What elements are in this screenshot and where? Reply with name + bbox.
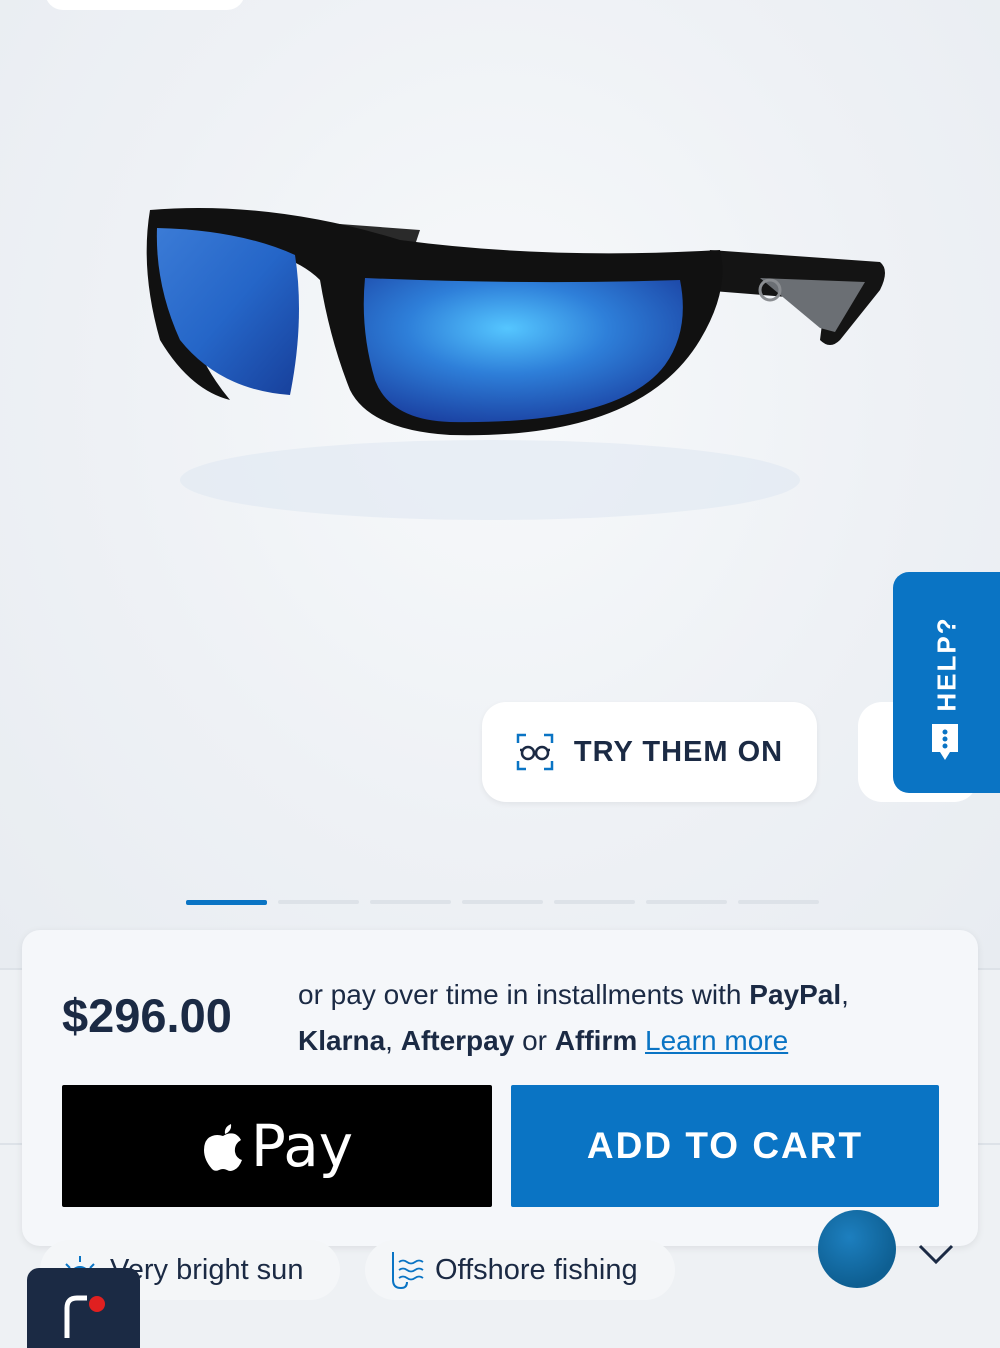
carousel-dot[interactable] — [186, 900, 267, 905]
carousel-dot[interactable] — [738, 900, 819, 904]
learn-more-link[interactable]: Learn more — [645, 1025, 788, 1056]
carousel-dot[interactable] — [462, 900, 543, 904]
apple-pay-label: Pay — [250, 1112, 354, 1180]
try-them-on-button[interactable]: TRY THEM ON — [482, 702, 817, 802]
carousel-dot[interactable] — [646, 900, 727, 904]
carousel-dot[interactable] — [278, 900, 359, 904]
notification-dot-icon — [64, 1295, 105, 1338]
color-swatch[interactable] — [818, 1210, 896, 1288]
top-pill[interactable] — [45, 0, 245, 10]
apple-logo-icon — [203, 1124, 242, 1171]
tag-label: Offshore fishing — [435, 1253, 638, 1286]
product-image — [146, 208, 885, 520]
separator: , — [385, 1025, 401, 1056]
chevron-down-icon[interactable] — [918, 1244, 954, 1266]
afterpay-label: Afterpay — [400, 1025, 515, 1056]
apple-pay-button[interactable]: Pay — [62, 1085, 492, 1207]
product-price: $296.00 — [62, 989, 232, 1042]
paypal-label: PayPal — [749, 979, 842, 1010]
help-tab[interactable]: HELP? — [893, 572, 1000, 793]
help-label: HELP? — [931, 616, 961, 712]
carousel-indicator — [186, 900, 819, 905]
tag-offshore-fishing: Offshore fishing — [365, 1240, 675, 1300]
installments-prefix: or pay over time in installments with — [298, 979, 750, 1010]
price-card: $296.00 or pay over time in installments… — [22, 930, 978, 1246]
fishing-hook-icon — [392, 1252, 424, 1290]
product-hero: TRY THEM ON — [0, 0, 1000, 970]
carousel-dot[interactable] — [370, 900, 451, 904]
klarna-label: Klarna — [298, 1025, 386, 1056]
face-glasses-icon — [516, 733, 554, 771]
add-to-cart-button[interactable]: ADD TO CART — [511, 1085, 939, 1207]
carousel-dot[interactable] — [554, 900, 635, 904]
chat-bubble-icon — [932, 724, 958, 760]
affirm-label: Affirm — [554, 1025, 638, 1056]
separator: , — [841, 979, 849, 1010]
brand-logo-badge[interactable] — [27, 1268, 140, 1348]
installments-text: or pay over time in installments with Pa… — [298, 972, 938, 1064]
separator: or — [514, 1025, 555, 1056]
try-them-on-label: TRY THEM ON — [573, 735, 784, 768]
